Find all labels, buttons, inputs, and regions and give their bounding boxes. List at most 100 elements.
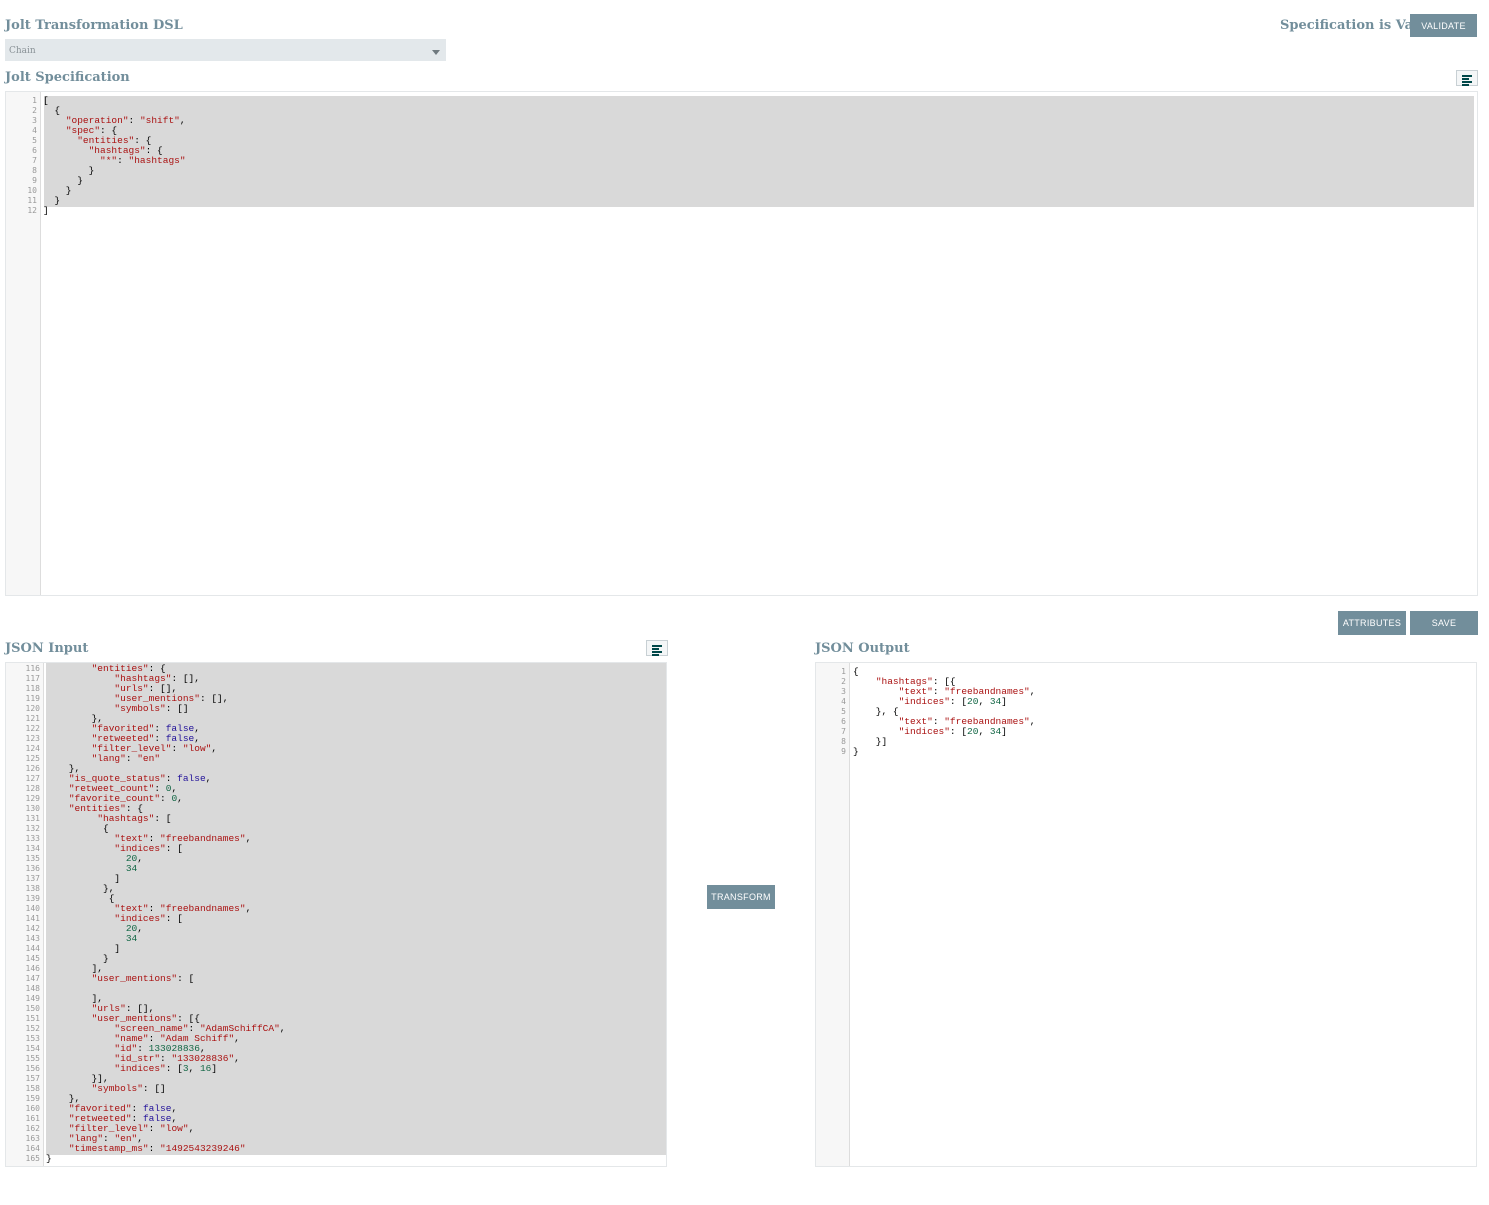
code-token: "symbols" bbox=[91, 1083, 143, 1094]
line-number: 158 bbox=[25, 1084, 40, 1093]
line-number: 12 bbox=[27, 206, 37, 215]
line-number: 133 bbox=[25, 834, 40, 843]
line-number: 165 bbox=[25, 1154, 40, 1163]
line-number: 156 bbox=[25, 1064, 40, 1073]
code-token: , bbox=[188, 1123, 195, 1134]
code-token: : [ bbox=[154, 813, 172, 824]
code-token: , bbox=[1029, 716, 1036, 727]
line-number: 159 bbox=[25, 1094, 40, 1103]
output-gutter: 123456789 bbox=[816, 663, 850, 1166]
input-format-button[interactable] bbox=[646, 640, 668, 656]
line-number: 116 bbox=[25, 664, 40, 673]
dsl-label: Jolt Transformation DSL bbox=[5, 18, 183, 33]
code-token: : bbox=[148, 1123, 161, 1134]
code-token: 20 bbox=[967, 726, 979, 737]
line-number: 150 bbox=[25, 1004, 40, 1013]
code-token: , bbox=[137, 853, 143, 864]
code-token: , bbox=[205, 773, 212, 784]
output-code[interactable]: { "hashtags": [{ "text": "freebandnames"… bbox=[853, 667, 1035, 757]
code-token: "low" bbox=[182, 743, 212, 754]
dsl-select[interactable]: Chain bbox=[5, 39, 446, 61]
code-token: 34 bbox=[989, 726, 1002, 737]
line-number: 149 bbox=[25, 994, 40, 1003]
code-line: } bbox=[853, 747, 1035, 757]
spec-code[interactable]: [ { "operation": "shift", "spec": { "ent… bbox=[43, 96, 186, 216]
code-line: "lang": "en" bbox=[46, 754, 285, 764]
code-token: , bbox=[211, 743, 218, 754]
line-number: 9 bbox=[841, 747, 846, 756]
code-token: : bbox=[125, 753, 138, 764]
line-number: 134 bbox=[25, 844, 40, 853]
line-number: 117 bbox=[25, 674, 40, 683]
code-token: : [ bbox=[177, 973, 195, 984]
code-token: , bbox=[188, 1063, 200, 1074]
code-token: "user_mentions" bbox=[91, 973, 178, 984]
line-number: 124 bbox=[25, 744, 40, 753]
line-number: 154 bbox=[25, 1044, 40, 1053]
line-number: 131 bbox=[25, 814, 40, 823]
line-number: 119 bbox=[25, 694, 40, 703]
line-number: 9 bbox=[32, 176, 37, 185]
line-number: 129 bbox=[25, 794, 40, 803]
code-token: ] bbox=[211, 1063, 218, 1074]
line-number: 1 bbox=[32, 96, 37, 105]
code-token: "1492543239246" bbox=[160, 1143, 246, 1154]
code-token: , bbox=[137, 923, 143, 934]
line-number: 123 bbox=[25, 734, 40, 743]
line-number: 138 bbox=[25, 884, 40, 893]
code-line: } bbox=[46, 1154, 285, 1164]
code-token: , bbox=[978, 696, 990, 707]
line-number: 120 bbox=[25, 704, 40, 713]
code-token: ] bbox=[1001, 696, 1007, 707]
dsl-selected-value: Chain bbox=[9, 46, 36, 56]
line-number: 11 bbox=[27, 196, 37, 205]
spec-selection bbox=[44, 96, 1474, 207]
code-token: 34 bbox=[989, 696, 1002, 707]
input-code[interactable]: "entities": { "hashtags": [], "urls": []… bbox=[46, 664, 285, 1164]
line-number: 164 bbox=[25, 1144, 40, 1153]
line-number: 8 bbox=[841, 737, 846, 746]
code-token: "symbols" bbox=[114, 703, 166, 714]
line-number: 142 bbox=[25, 924, 40, 933]
code-token: , bbox=[245, 903, 252, 914]
spec-editor[interactable]: 1 2 3 4 5 6 7 8 9 10 11 12 [ { "operation": "shift"… bbox=[5, 91, 1478, 596]
code-token: , bbox=[1029, 686, 1036, 697]
line-number: 7 bbox=[32, 156, 37, 165]
spec-format-button[interactable] bbox=[1456, 70, 1478, 86]
line-number: 157 bbox=[25, 1074, 40, 1083]
line-number: 144 bbox=[25, 944, 40, 953]
code-token: } bbox=[853, 746, 859, 757]
input-gutter: 116 117 118 119 120 121 122 123 124 125 126 127 128 1… bbox=[6, 663, 44, 1166]
save-button[interactable]: SAVE bbox=[1410, 611, 1478, 635]
code-token: "en" bbox=[137, 753, 161, 764]
line-number: 163 bbox=[25, 1134, 40, 1143]
transform-button[interactable]: TRANSFORM bbox=[707, 885, 775, 909]
code-token: , bbox=[978, 726, 990, 737]
line-number: 136 bbox=[25, 864, 40, 873]
input-editor[interactable]: 116 117 118 119 120 121 122 123 124 125 126 127 128 1… bbox=[5, 662, 667, 1167]
code-token: "shift" bbox=[139, 115, 180, 126]
code-token: : [] bbox=[165, 703, 189, 714]
code-line: ] bbox=[43, 206, 186, 216]
code-token: : bbox=[160, 793, 172, 804]
line-number: 1 bbox=[841, 667, 846, 676]
line-number: 148 bbox=[25, 984, 40, 993]
validate-button[interactable]: VALIDATE bbox=[1410, 14, 1477, 37]
line-number: 143 bbox=[25, 934, 40, 943]
line-number: 141 bbox=[25, 914, 40, 923]
line-number: 140 bbox=[25, 904, 40, 913]
code-token: "hashtags" bbox=[128, 155, 186, 166]
code-token: : [], bbox=[199, 693, 229, 704]
code-token: "indices" bbox=[114, 1063, 166, 1074]
code-token: ] bbox=[43, 205, 49, 216]
code-line: "timestamp_ms": "1492543239246" bbox=[46, 1144, 285, 1154]
attributes-button[interactable]: ATTRIBUTES bbox=[1338, 611, 1406, 635]
line-number: 132 bbox=[25, 824, 40, 833]
line-number: 151 bbox=[25, 1014, 40, 1023]
spec-gutter: 1 2 3 4 5 6 7 8 9 10 11 12 bbox=[6, 92, 41, 595]
code-token: , bbox=[177, 793, 183, 804]
output-editor[interactable]: 123456789 { "hashtags": [{ "text": "free… bbox=[815, 662, 1477, 1167]
line-number: 128 bbox=[25, 784, 40, 793]
line-number: 4 bbox=[841, 697, 846, 706]
line-number: 135 bbox=[25, 854, 40, 863]
